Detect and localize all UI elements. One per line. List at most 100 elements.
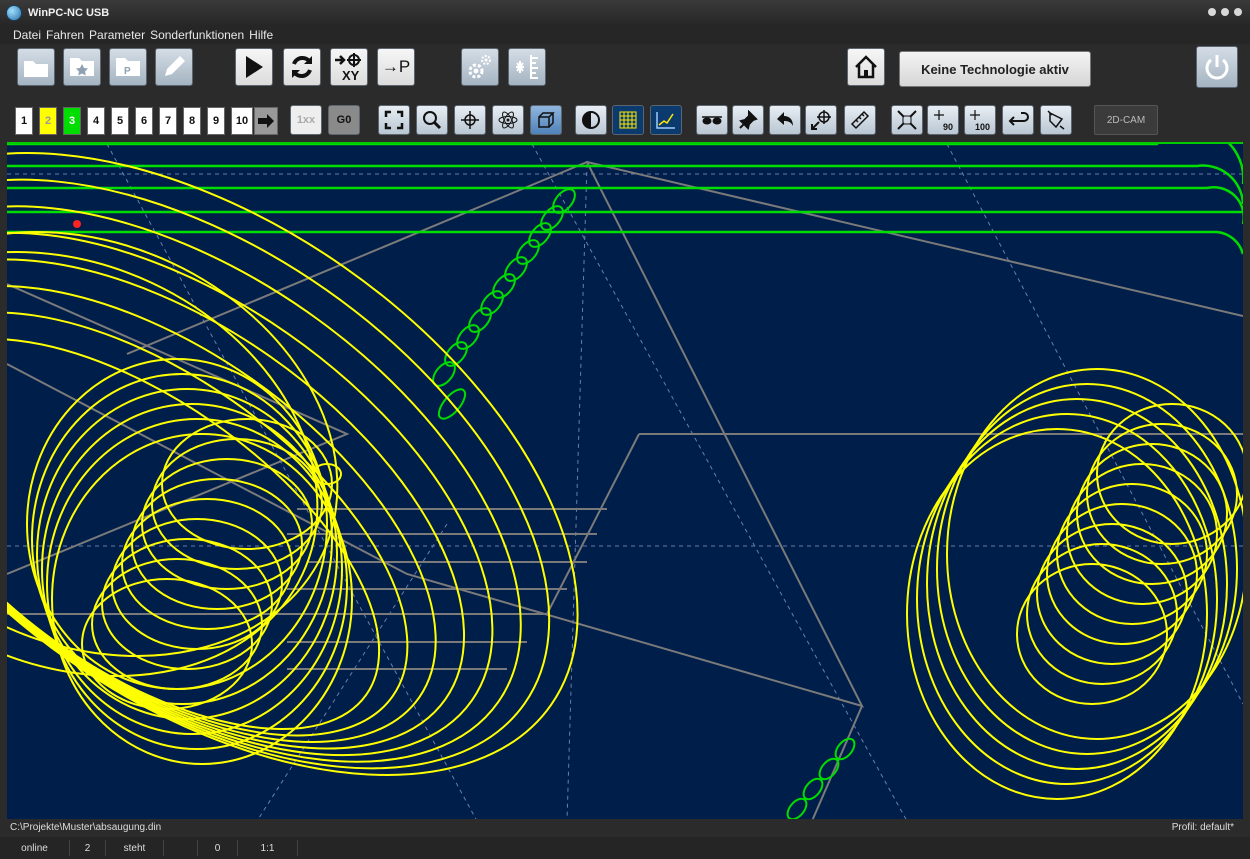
target-icon — [811, 110, 831, 130]
graph-icon — [656, 112, 675, 129]
shrink-button[interactable] — [891, 105, 923, 135]
tool-1-button[interactable]: 1 — [15, 107, 33, 135]
window-dot-3[interactable] — [1234, 8, 1242, 16]
status-cell-0: 0 — [198, 840, 238, 856]
current-position-marker — [73, 220, 81, 228]
ruler-button[interactable] — [844, 105, 876, 135]
atom-button[interactable] — [492, 105, 524, 135]
grid-button[interactable] — [612, 105, 644, 135]
target-button[interactable] — [805, 105, 837, 135]
home-icon — [855, 55, 877, 79]
tool-3-button[interactable]: 3 — [63, 107, 81, 135]
menu-fahren[interactable]: Fahren — [46, 28, 84, 42]
edit-pencil-icon — [165, 56, 185, 76]
transform-icon — [1047, 110, 1065, 130]
step-1xx-button[interactable]: 1xx — [290, 105, 322, 135]
tool-6-button[interactable]: 6 — [135, 107, 153, 135]
pin-icon — [739, 110, 758, 130]
manual-move-button[interactable] — [508, 48, 546, 86]
return-icon — [1008, 112, 1029, 126]
atom-icon — [498, 111, 518, 129]
menu-parameter[interactable]: Parameter — [89, 28, 145, 42]
contrast-button[interactable] — [575, 105, 607, 135]
scale-status: 1:1 — [238, 840, 298, 856]
pin-button[interactable] — [732, 105, 764, 135]
toolpath-drawing — [7, 144, 1243, 819]
menu-datei[interactable]: Datei — [13, 28, 41, 42]
glasses-button[interactable] — [696, 105, 728, 135]
g0-button[interactable]: G0 — [328, 105, 360, 135]
tool-next-button[interactable] — [254, 107, 278, 135]
3d-view-button[interactable] — [530, 105, 562, 135]
svg-text:XY: XY — [342, 68, 360, 83]
tool-10-button[interactable]: 10 — [231, 107, 253, 135]
2d-cam-button[interactable]: 2D-CAM — [1094, 105, 1158, 135]
move-to-xy-button[interactable]: XY — [330, 48, 368, 86]
repeat-button[interactable] — [283, 48, 321, 86]
machine-status-bar: online 2 steht 0 1:1 — [0, 837, 1250, 859]
window-dot-1[interactable] — [1208, 8, 1216, 16]
transform-button[interactable] — [1040, 105, 1072, 135]
view-toolbar: 1 2 3 4 5 6 7 8 9 10 1xx G0 90 100 2D-CA… — [0, 96, 1250, 142]
fit-view-icon — [384, 110, 404, 130]
window-controls[interactable] — [1208, 8, 1242, 16]
pan-icon — [461, 111, 479, 129]
home-button[interactable] — [847, 48, 885, 86]
menu-sonderfunktionen[interactable]: Sonderfunktionen — [150, 28, 244, 42]
settings-gears-icon — [468, 55, 491, 79]
rotate-90-button[interactable]: 90 — [927, 105, 959, 135]
zoom-button[interactable] — [416, 105, 448, 135]
status-cell-empty — [164, 840, 198, 856]
settings-button[interactable] — [461, 48, 499, 86]
scale-100-button[interactable]: 100 — [964, 105, 996, 135]
graph-button[interactable] — [650, 105, 682, 135]
back-arrow-icon — [777, 112, 793, 126]
move-to-p-icon: →P — [381, 57, 411, 76]
main-toolbar: P XY →P Keine Technologie aktiv — [0, 44, 1250, 96]
move-to-p-button[interactable]: →P — [377, 48, 415, 86]
tool-2-button[interactable]: 2 — [39, 107, 57, 135]
play-icon — [246, 56, 263, 78]
arrow-right-icon — [258, 114, 274, 128]
return-button[interactable] — [1002, 105, 1034, 135]
shrink-icon — [897, 110, 917, 130]
open-file-button[interactable] — [17, 48, 55, 86]
favorites-button[interactable] — [63, 48, 101, 86]
parameter-folder-icon: P — [116, 58, 140, 77]
repeat-icon — [292, 56, 312, 78]
tool-5-button[interactable]: 5 — [111, 107, 129, 135]
menu-hilfe[interactable]: Hilfe — [249, 28, 273, 42]
tool-7-button[interactable]: 7 — [159, 107, 177, 135]
tool-8-button[interactable]: 8 — [183, 107, 201, 135]
profile-label: Profil: default* — [1171, 822, 1234, 833]
svg-text:100: 100 — [975, 122, 990, 132]
tool-9-button[interactable]: 9 — [207, 107, 225, 135]
3d-box-icon — [538, 112, 555, 128]
move-to-xy-icon: XY — [335, 53, 361, 83]
technology-status-button[interactable]: Keine Technologie aktiv — [899, 51, 1091, 87]
yellow-spirals-left — [7, 152, 579, 776]
folder-icon — [24, 61, 48, 77]
edit-button[interactable] — [155, 48, 193, 86]
toolpath-canvas[interactable] — [7, 142, 1243, 819]
green-helix-top — [432, 188, 576, 420]
zoom-icon — [423, 111, 442, 130]
motion-status: steht — [106, 840, 164, 856]
app-logo-icon — [6, 5, 22, 21]
power-button[interactable] — [1196, 46, 1238, 88]
start-button[interactable] — [235, 48, 273, 86]
tool-4-button[interactable]: 4 — [87, 107, 105, 135]
parameter-file-button[interactable]: P — [109, 48, 147, 86]
glasses-icon — [702, 116, 722, 125]
scale-100-icon: 100 — [970, 110, 990, 132]
window-title: WinPC-NC USB — [28, 7, 110, 19]
ruler-icon — [850, 110, 870, 130]
pan-button[interactable] — [454, 105, 486, 135]
online-status: online — [0, 840, 70, 856]
window-dot-2[interactable] — [1221, 8, 1229, 16]
fit-view-button[interactable] — [378, 105, 410, 135]
back-button[interactable] — [769, 105, 801, 135]
file-path: C:\Projekte\Muster\absaugung.din — [10, 822, 162, 833]
menu-bar: Datei Fahren Parameter Sonderfunktionen … — [0, 26, 1250, 44]
svg-text:P: P — [124, 66, 131, 77]
